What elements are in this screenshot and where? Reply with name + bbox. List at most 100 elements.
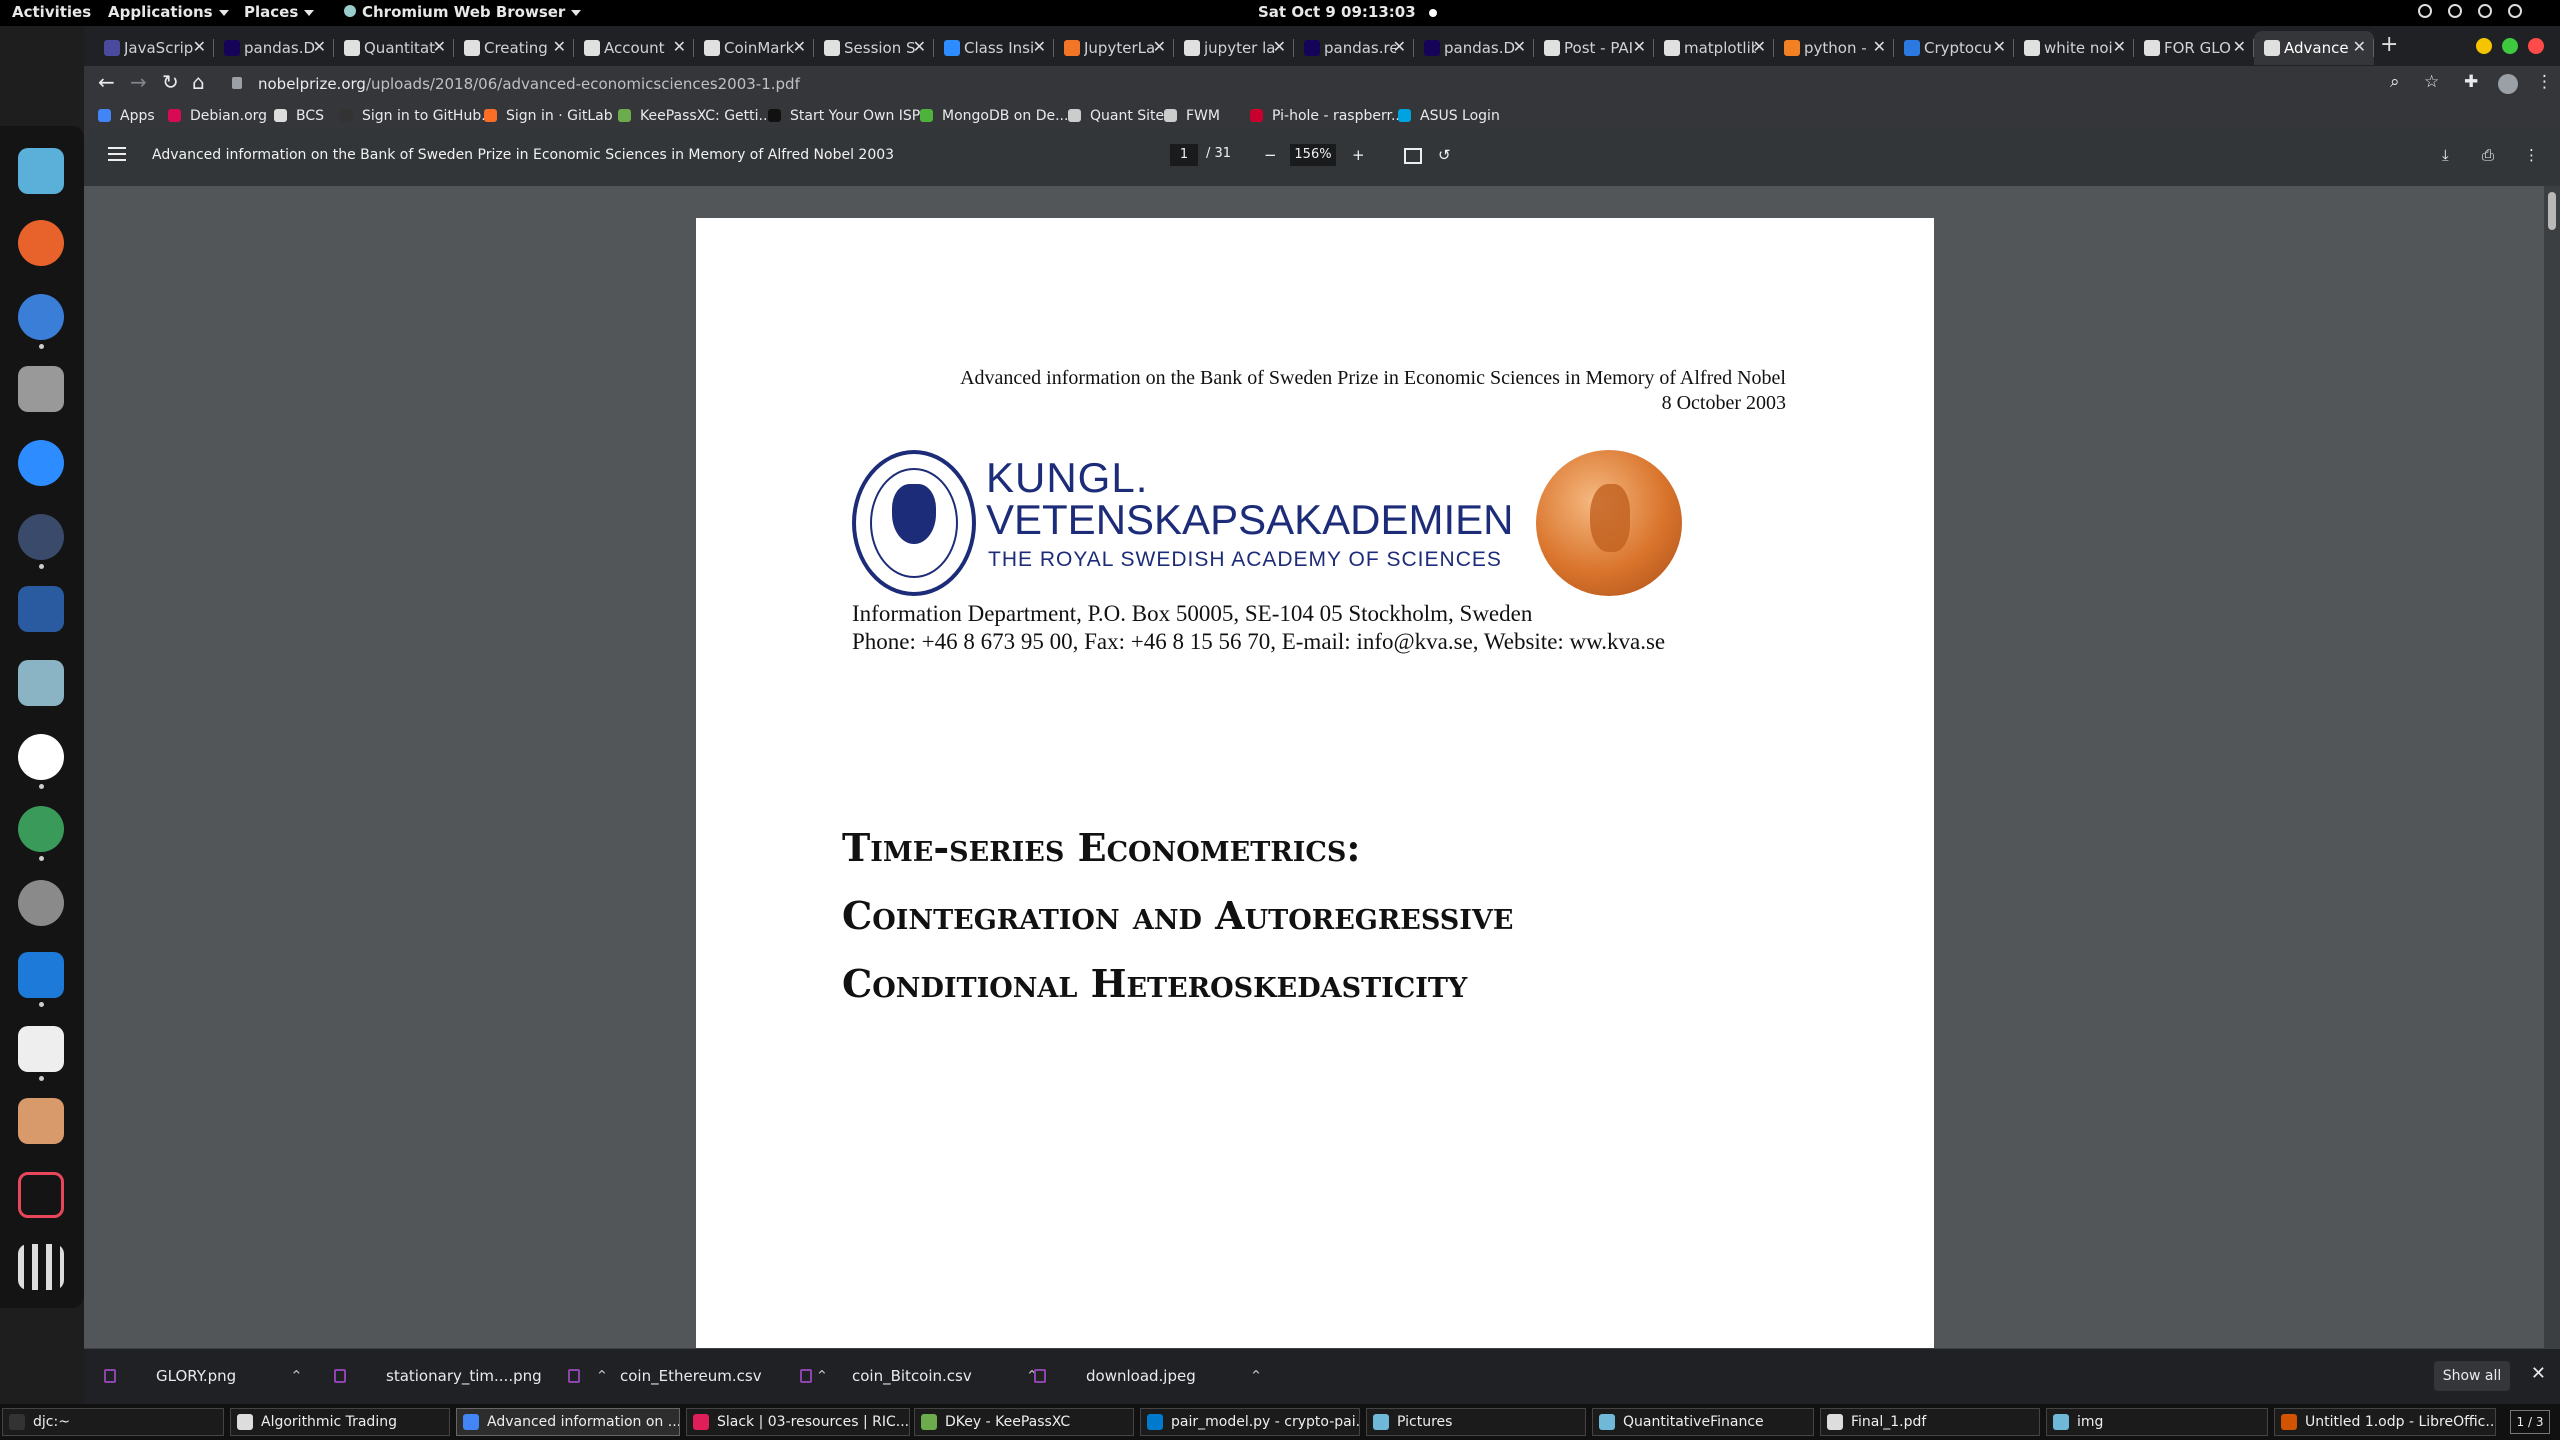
browser-tab[interactable]: white noi ✕: [2014, 31, 2134, 65]
close-window-button[interactable]: [2528, 38, 2544, 54]
new-tab-button[interactable]: +: [2380, 32, 2398, 57]
browser-tab[interactable]: pandas.D ✕: [1414, 31, 1534, 65]
close-tab-icon[interactable]: ✕: [1993, 37, 2006, 56]
browser-tab[interactable]: CoinMark ✕: [694, 31, 814, 65]
hamburger-menu-icon[interactable]: [108, 147, 126, 161]
chevron-down-icon[interactable]: [2538, 4, 2548, 18]
bookmark-item[interactable]: Pi-hole - raspberr...: [1250, 108, 1404, 124]
browser-tab[interactable]: Account ✕: [574, 31, 694, 65]
settings-gear-icon[interactable]: [18, 880, 64, 926]
browser-tab[interactable]: JupyterLa ✕: [1054, 31, 1174, 65]
clock[interactable]: Sat Oct 9 09:13:03: [1258, 3, 1437, 21]
browser-tab[interactable]: jupyter la ✕: [1174, 31, 1294, 65]
profile-avatar[interactable]: [2498, 74, 2518, 94]
taskbar-window-button[interactable]: Pictures: [1366, 1408, 1586, 1436]
pdf-more-icon[interactable]: ⋮: [2524, 146, 2539, 164]
taskbar-window-button[interactable]: QuantitativeFinance: [1592, 1408, 1814, 1436]
chevron-up-icon[interactable]: ⌃: [290, 1367, 303, 1385]
writer-icon[interactable]: [18, 586, 64, 632]
zoom-icon[interactable]: [18, 440, 64, 486]
terminal-icon[interactable]: [18, 514, 64, 560]
close-tab-icon[interactable]: ✕: [433, 37, 446, 56]
bookmark-item[interactable]: Debian.org: [168, 108, 267, 124]
download-icon[interactable]: ⤓: [2442, 146, 2449, 164]
archive-icon[interactable]: [18, 660, 64, 706]
download-item[interactable]: GLORY.png ⌃: [104, 1367, 303, 1385]
browser-tab[interactable]: Post - PAI ✕: [1534, 31, 1654, 65]
close-icon[interactable]: ✕: [2531, 1363, 2546, 1384]
bookmark-item[interactable]: KeePassXC: Getti...: [618, 108, 772, 124]
rotate-icon[interactable]: ↺: [1438, 146, 1451, 164]
close-tab-icon[interactable]: ✕: [913, 37, 926, 56]
zoom-out-icon[interactable]: −: [1264, 146, 1277, 164]
slack-icon[interactable]: [18, 734, 64, 780]
places-menu[interactable]: Places: [244, 3, 315, 21]
close-tab-icon[interactable]: ✕: [1753, 37, 1766, 56]
star-icon[interactable]: ☆: [2424, 72, 2439, 92]
maximize-button[interactable]: [2502, 38, 2518, 54]
close-tab-icon[interactable]: ✕: [553, 37, 566, 56]
browser-tab[interactable]: FOR GLO ✕: [2134, 31, 2254, 65]
taskbar-window-button[interactable]: img: [2046, 1408, 2268, 1436]
download-item[interactable]: coin_Ethereum.csv ⌃: [568, 1367, 828, 1385]
taskbar-window-button[interactable]: Advanced information on ...: [456, 1408, 680, 1436]
bookmark-item[interactable]: BCS: [274, 108, 324, 124]
browser-tab[interactable]: matplotlib ✕: [1654, 31, 1774, 65]
show-apps-grid-icon[interactable]: [18, 1244, 64, 1290]
workspace-pager[interactable]: 1 / 3: [2510, 1410, 2550, 1434]
chevron-up-icon[interactable]: ⌃: [1250, 1367, 1263, 1385]
bookmark-item[interactable]: MongoDB on De...: [920, 108, 1068, 124]
pdf-scrollbar[interactable]: [2544, 186, 2560, 1348]
pdf-viewport[interactable]: Advanced information on the Bank of Swed…: [84, 186, 2544, 1358]
print-icon[interactable]: ⎙: [2482, 146, 2494, 164]
bookmark-item[interactable]: ASUS Login: [1398, 108, 1500, 124]
close-tab-icon[interactable]: ✕: [2353, 37, 2366, 56]
taskbar-window-button[interactable]: Algorithmic Trading: [230, 1408, 450, 1436]
browser-tab[interactable]: Cryptocu ✕: [1894, 31, 2014, 65]
browser-tab[interactable]: JavaScrip ✕: [94, 31, 214, 65]
close-tab-icon[interactable]: ✕: [1633, 37, 1646, 56]
extensions-icon[interactable]: ✚: [2464, 72, 2478, 92]
close-tab-icon[interactable]: ✕: [2113, 37, 2126, 56]
browser-tab[interactable]: python - ✕: [1774, 31, 1894, 65]
files-icon[interactable]: [18, 148, 64, 194]
address-bar[interactable]: nobelprize.org/uploads/2018/06/advanced-…: [224, 69, 2464, 99]
close-tab-icon[interactable]: ✕: [2233, 37, 2246, 56]
minimize-button[interactable]: [2476, 38, 2492, 54]
scrollbar-thumb[interactable]: [2548, 192, 2556, 230]
close-tab-icon[interactable]: ✕: [313, 37, 326, 56]
bookmark-item[interactable]: FWM: [1164, 108, 1220, 124]
close-tab-icon[interactable]: ✕: [193, 37, 206, 56]
applications-menu[interactable]: Applications: [108, 3, 229, 21]
mail-icon[interactable]: [18, 366, 64, 412]
home-icon[interactable]: ⌂: [192, 70, 205, 94]
download-item[interactable]: download.jpeg ⌃: [1034, 1367, 1262, 1385]
close-tab-icon[interactable]: ✕: [1273, 37, 1286, 56]
page-number-input[interactable]: 1: [1170, 144, 1198, 166]
trash-icon[interactable]: [18, 1172, 64, 1218]
taskbar-window-button[interactable]: Final_1.pdf: [1820, 1408, 2040, 1436]
bookmark-item[interactable]: Sign in to GitHub...: [340, 108, 495, 124]
taskbar-window-button[interactable]: Untitled 1.odp - LibreOffic...: [2274, 1408, 2496, 1436]
taskbar-window-button[interactable]: DKey - KeePassXC: [914, 1408, 1134, 1436]
more-menu-icon[interactable]: ⋮: [2536, 72, 2553, 92]
browser-tab[interactable]: pandas.D ✕: [214, 31, 334, 65]
close-tab-icon[interactable]: ✕: [1033, 37, 1046, 56]
shield-icon[interactable]: [2418, 4, 2432, 18]
reload-icon[interactable]: ↻: [162, 70, 179, 94]
browser-tab[interactable]: Quantitat ✕: [334, 31, 454, 65]
bookmark-item[interactable]: Sign in · GitLab: [484, 108, 613, 124]
forward-arrow-icon[interactable]: →: [130, 70, 147, 94]
bookmark-item[interactable]: Quant Sites: [1068, 108, 1171, 124]
zoom-in-icon[interactable]: +: [1352, 146, 1365, 164]
lock-icon[interactable]: [232, 77, 242, 89]
close-tab-icon[interactable]: ✕: [793, 37, 806, 56]
bookmark-item[interactable]: Apps: [98, 108, 155, 124]
app-menu[interactable]: Chromium Web Browser: [344, 3, 582, 21]
close-tab-icon[interactable]: ✕: [1873, 37, 1886, 56]
close-tab-icon[interactable]: ✕: [1393, 37, 1406, 56]
fit-page-icon[interactable]: [1404, 148, 1422, 164]
zoom-level-input[interactable]: 156%: [1290, 144, 1336, 166]
taskbar-window-button[interactable]: Slack | 03-resources | RIC...: [686, 1408, 910, 1436]
volume-icon[interactable]: [2478, 4, 2492, 18]
